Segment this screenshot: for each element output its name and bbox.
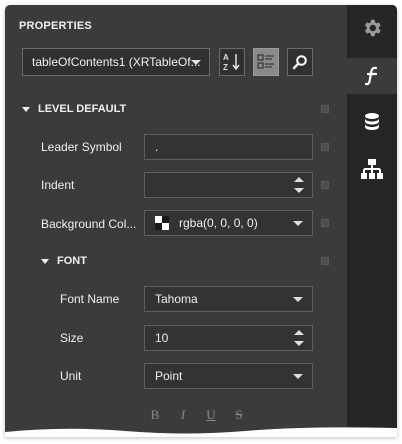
- spin-down-icon[interactable]: [294, 341, 304, 346]
- settings-button[interactable]: [347, 5, 397, 51]
- background-color-picker[interactable]: rgba(0, 0, 0, 0): [144, 210, 313, 236]
- svg-text:A: A: [223, 53, 229, 62]
- underline-button[interactable]: U: [204, 407, 218, 423]
- tab-report-explorer[interactable]: [347, 151, 397, 187]
- level-default-title: LEVEL DEFAULT: [38, 103, 127, 115]
- tab-data-source[interactable]: [347, 105, 397, 141]
- size-label: Size: [60, 331, 84, 345]
- leader-symbol-label: Leader Symbol: [41, 140, 122, 154]
- tab-expressions[interactable]: [347, 58, 397, 94]
- search-icon: [292, 55, 307, 70]
- chevron-down-icon: [293, 374, 303, 379]
- background-color-value: rgba(0, 0, 0, 0): [179, 216, 258, 230]
- font-name-value: Tahoma: [155, 292, 198, 306]
- chevron-down-icon: [293, 297, 303, 302]
- chevron-down-icon: [191, 60, 201, 65]
- gear-icon: [364, 19, 381, 37]
- font-name-label: Font Name: [60, 292, 120, 306]
- collapse-triangle-icon: [22, 106, 30, 112]
- property-marker[interactable]: [321, 219, 329, 227]
- property-marker[interactable]: [321, 143, 329, 151]
- panel-torn-edge: [5, 427, 397, 437]
- unit-select[interactable]: Point: [144, 363, 313, 389]
- property-marker[interactable]: [321, 181, 329, 189]
- size-spin-input[interactable]: 10: [144, 325, 313, 351]
- spin-down-icon[interactable]: [294, 188, 304, 193]
- spin-up-icon[interactable]: [294, 177, 304, 182]
- level-default-header[interactable]: LEVEL DEFAULT: [22, 103, 126, 115]
- background-color-label: Background Col...: [41, 217, 137, 231]
- font-name-select[interactable]: Tahoma: [144, 286, 313, 312]
- group-by-category-button[interactable]: [253, 48, 279, 76]
- unit-label: Unit: [60, 369, 82, 383]
- transparent-swatch-icon: [155, 216, 169, 230]
- categories-list-icon: [257, 54, 274, 69]
- font-title: FONT: [57, 255, 87, 267]
- side-tab-bar: [347, 5, 397, 437]
- spin-buttons[interactable]: [294, 176, 304, 194]
- property-marker[interactable]: [321, 257, 329, 265]
- spin-buttons[interactable]: [294, 329, 304, 347]
- svg-text:Z: Z: [223, 63, 228, 72]
- font-header[interactable]: FONT: [41, 255, 87, 267]
- property-marker[interactable]: [321, 105, 329, 113]
- properties-panel: PROPERTIES tableOfContents1 (XRTableOf..…: [5, 5, 397, 437]
- collapse-triangle-icon: [41, 258, 49, 264]
- leader-symbol-input[interactable]: .: [144, 134, 313, 160]
- unit-value: Point: [155, 369, 183, 383]
- database-icon: [365, 113, 379, 130]
- sort-alphabetically-button[interactable]: A Z: [219, 48, 245, 76]
- strikethrough-button[interactable]: S: [232, 407, 246, 423]
- size-value: 10: [155, 331, 169, 345]
- italic-button[interactable]: I: [176, 407, 190, 423]
- spin-up-icon[interactable]: [294, 330, 304, 335]
- bold-button[interactable]: B: [148, 407, 162, 423]
- panel-title: PROPERTIES: [19, 20, 92, 32]
- chevron-down-icon: [293, 221, 303, 226]
- component-selector[interactable]: tableOfContents1 (XRTableOf...: [22, 48, 210, 76]
- sort-az-icon: A Z: [223, 53, 240, 72]
- component-selector-value: tableOfContents1 (XRTableOf...: [32, 55, 201, 69]
- indent-spin-input[interactable]: [144, 172, 313, 198]
- leader-symbol-value: .: [155, 140, 159, 154]
- hierarchy-icon: [361, 159, 383, 179]
- search-button[interactable]: [287, 48, 313, 76]
- function-icon: [364, 66, 378, 86]
- indent-label: Indent: [41, 178, 75, 192]
